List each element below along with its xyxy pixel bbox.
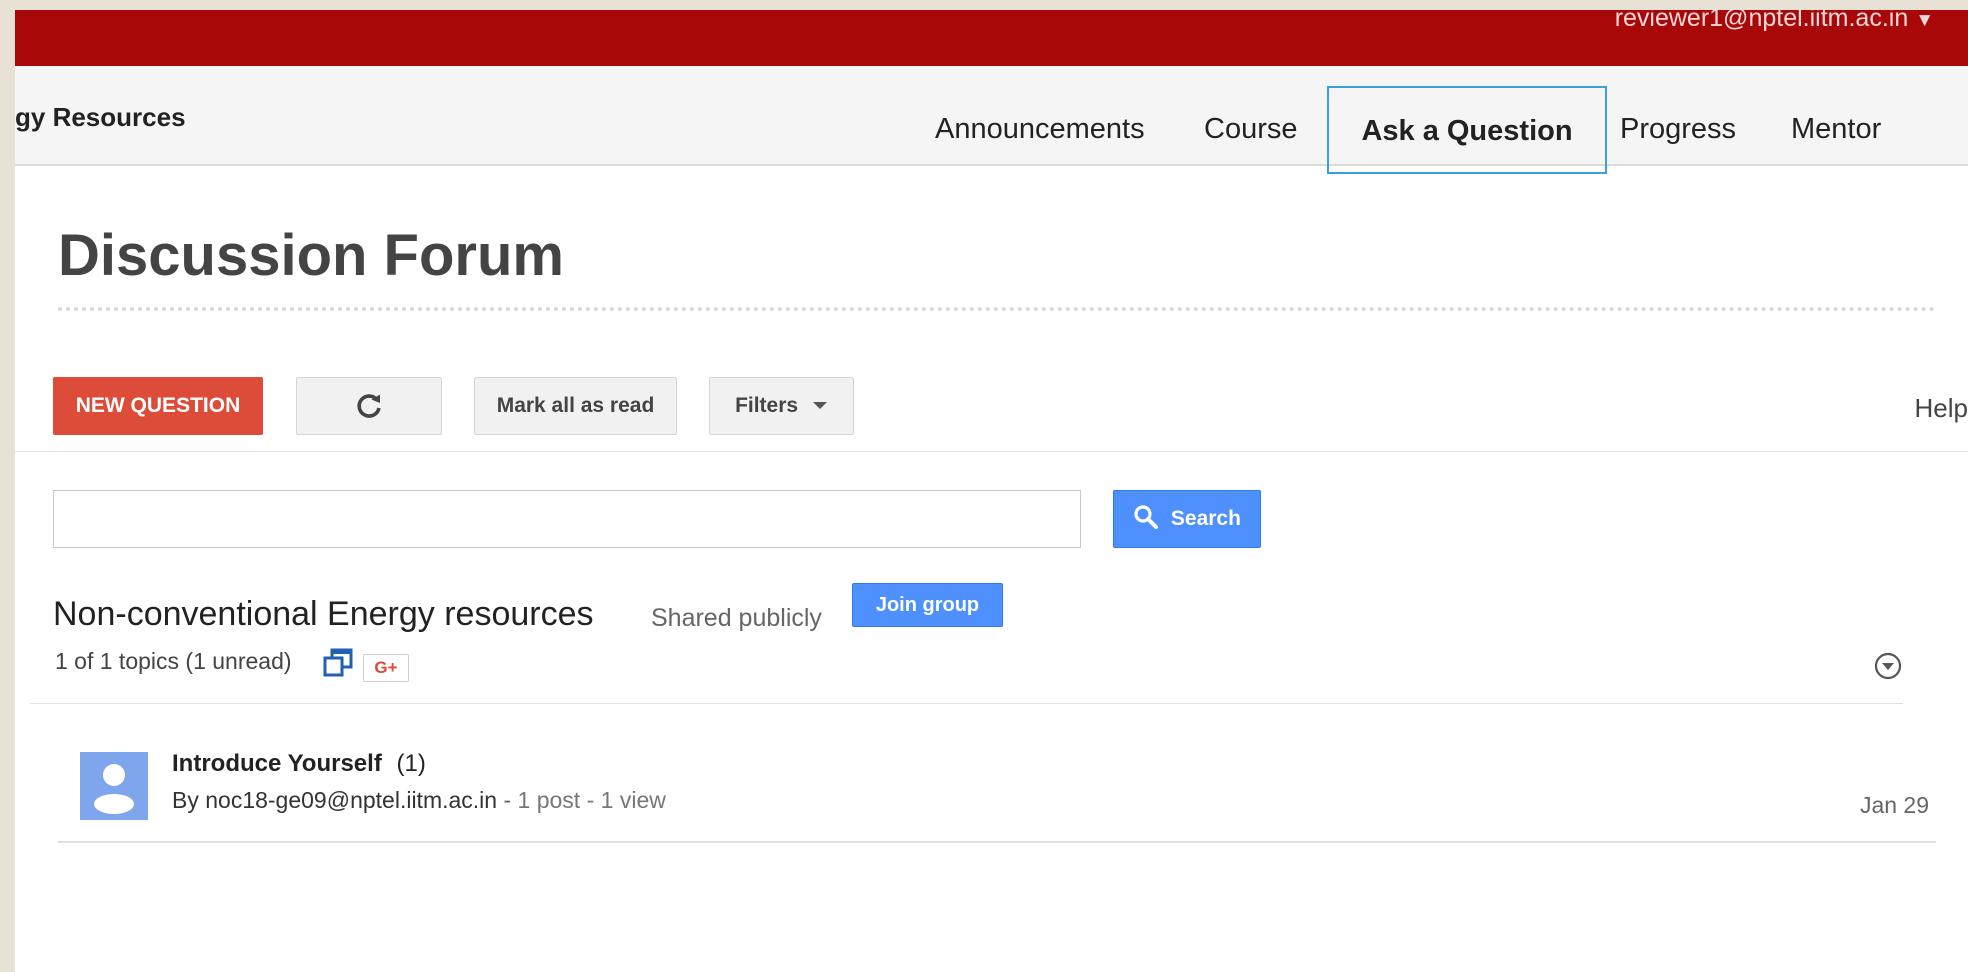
author-prefix: By [172,787,199,813]
author-email: noc18-ge09@nptel.iitm.ac.in [205,787,498,813]
help-link[interactable]: Help [1915,393,1968,424]
join-group-button[interactable]: Join group [852,583,1003,627]
topic-date: Jan 29 [1859,792,1929,818]
topic-title[interactable]: Introduce Yourself [172,750,382,777]
avatar [80,752,148,820]
collapse-toggle-icon[interactable] [1873,651,1903,681]
list-divider [30,703,1903,704]
tab-announcements[interactable]: Announcements [935,86,1145,174]
tab-progress[interactable]: Progress [1620,86,1736,174]
meta-separator: - [503,787,512,813]
tab-course[interactable]: Course [1204,86,1298,174]
post-count: 1 post [517,787,581,813]
list-divider [58,841,1936,843]
course-title[interactable]: gy Resources [15,102,186,133]
mark-all-read-button[interactable]: Mark all as read [474,377,677,435]
visibility-label: Shared publicly [651,604,822,632]
user-avatar-icon [94,764,134,814]
topic-count: 1 of 1 topics (1 unread) [55,648,292,674]
group-name: Non-conventional Energy resources [53,595,594,633]
search-input[interactable] [53,490,1081,548]
google-plus-share-button[interactable]: G+ [363,654,409,682]
topic-title-line[interactable]: Introduce Yourself (1) [172,750,426,778]
meta-separator: - [586,787,595,813]
tab-mentor[interactable]: Mentor [1791,86,1881,174]
toolbar-divider [15,451,1968,452]
search-icon [1134,505,1159,530]
chevron-down-icon [812,402,827,410]
topic-reply-count: (1) [396,750,426,777]
search-button[interactable]: Search [1113,490,1261,548]
open-in-new-window-icon[interactable] [322,647,354,679]
user-menu[interactable]: reviewer1@nptel.iitm.ac.in ▼ [1615,10,1934,33]
browser-viewport: reviewer1@nptel.iitm.ac.in ▼ gy Resource… [15,10,1968,972]
topic-meta: By noc18-ge09@nptel.iitm.ac.in - 1 post … [172,787,666,814]
new-question-button[interactable]: NEW QUESTION [53,377,263,435]
view-count: 1 view [600,787,666,813]
page-title: Discussion Forum [58,223,564,288]
top-bar: reviewer1@nptel.iitm.ac.in ▼ [15,10,1968,66]
search-button-label: Search [1170,507,1241,530]
user-email[interactable]: reviewer1@nptel.iitm.ac.in [1615,10,1909,32]
tab-ask-a-question[interactable]: Ask a Question [1327,86,1607,174]
refresh-icon [357,394,381,418]
filters-label: Filters [735,394,799,417]
course-navbar: gy Resources Announcements Course Ask a … [15,66,1968,174]
filters-button[interactable]: Filters [709,377,854,435]
google-plus-icon: G+ [374,658,398,677]
title-divider [58,307,1936,311]
refresh-button[interactable] [296,377,442,435]
caret-down-icon[interactable]: ▼ [1915,10,1934,31]
